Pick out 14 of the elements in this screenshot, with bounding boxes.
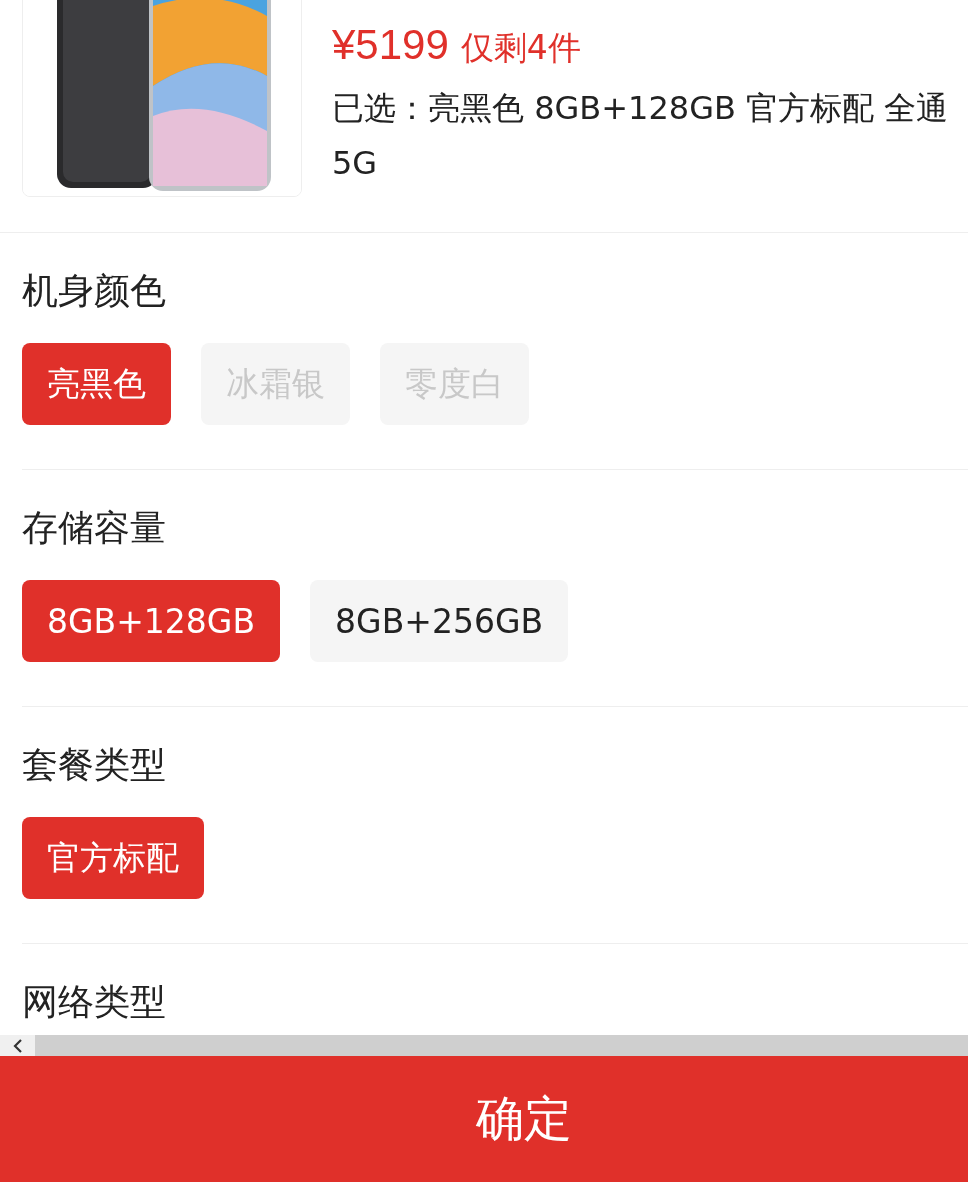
section-title: 套餐类型 [22,743,167,787]
option-button[interactable]: 亮黑色 [22,343,171,425]
option-button[interactable]: 8GB+256GB [310,580,569,662]
option-button[interactable]: 8GB+128GB [22,580,281,662]
section-title: 存储容量 [22,506,167,550]
price: ¥5199 [332,20,449,70]
confirm-button[interactable]: 确定 [0,1056,968,1182]
section-title: 网络类型 [22,980,167,1024]
section-title: 机身颜色 [22,269,167,313]
stock-note: 仅剩4件 [460,27,581,69]
chevron-left-icon[interactable] [11,1038,24,1053]
option-button[interactable]: 官方标配 [22,817,204,899]
horizontal-scrollbar[interactable] [0,1035,968,1056]
selected-summary: 已选：亮黑色 8GB+128GB 官方标配 全通5G [332,88,950,184]
